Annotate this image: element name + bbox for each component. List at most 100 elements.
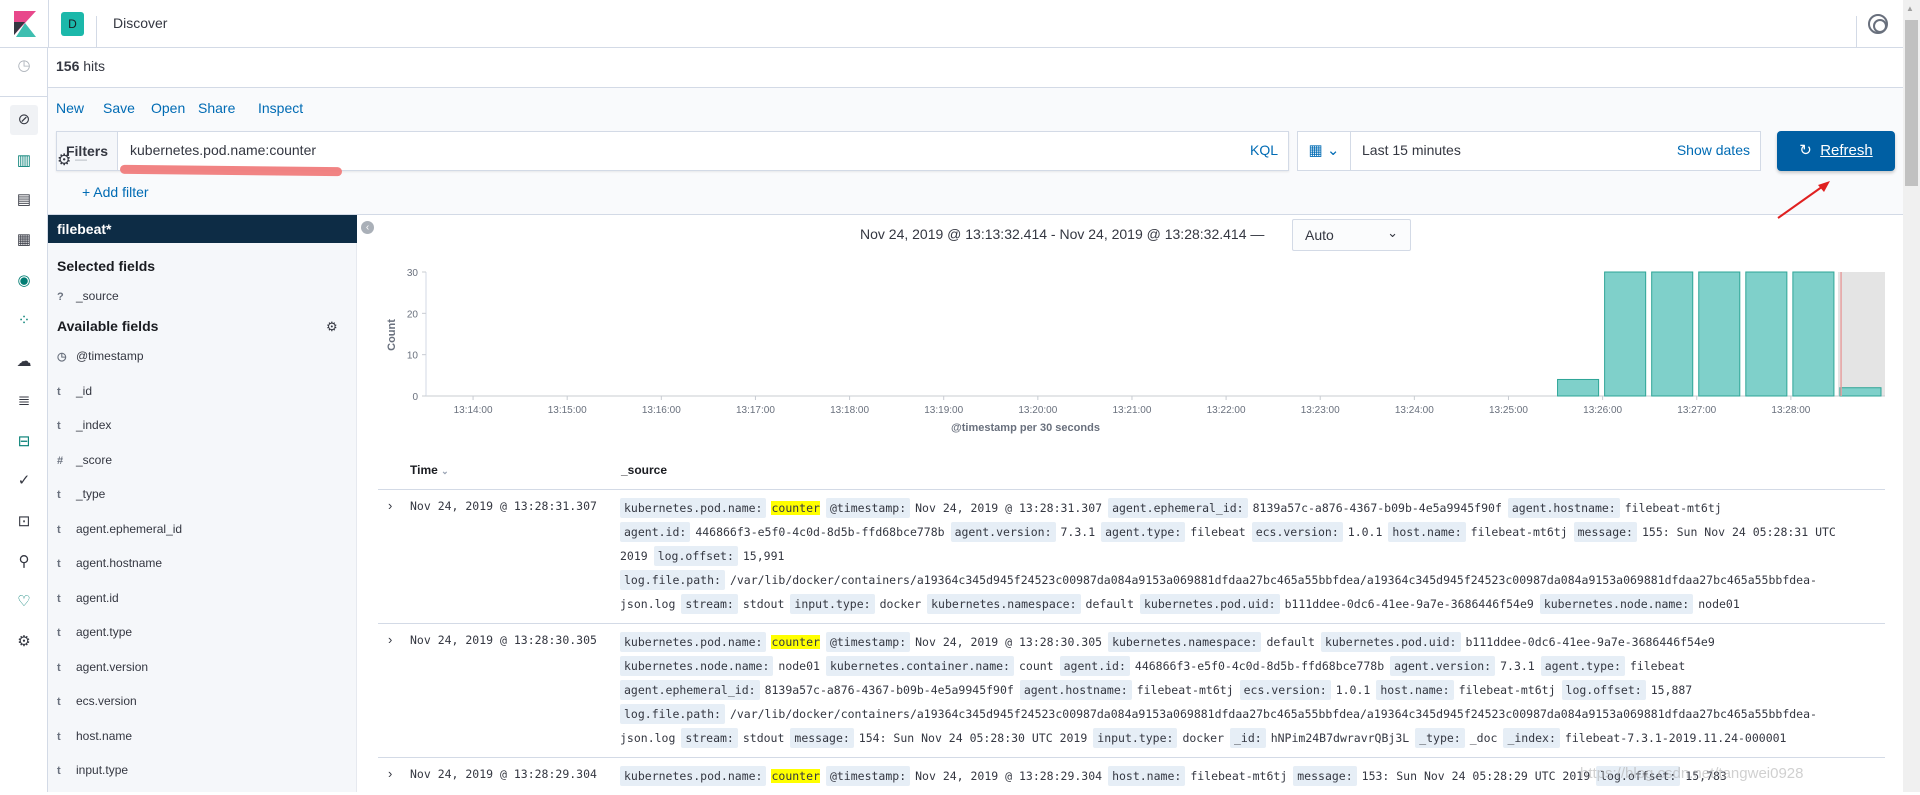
apm-icon[interactable]: ⊟ (12, 430, 36, 454)
x-tick-label: 13:27:00 (1677, 405, 1716, 416)
dev-tools-wrench-icon[interactable]: ⚲ (12, 550, 36, 574)
field-key: message: (1293, 766, 1357, 786)
field-value: filebeat-mt6tj (1624, 501, 1722, 515)
field-settings-gear-icon[interactable]: ⚙ (326, 319, 338, 335)
highlighted-value: counter (771, 501, 820, 515)
field-key: agent.version: (950, 522, 1056, 542)
divider (48, 0, 49, 48)
field-name: host.name (76, 728, 133, 743)
field-key: kubernetes.pod.name: (620, 632, 767, 652)
discover-compass-icon[interactable]: ⊘ (10, 105, 38, 135)
siem-lock-icon[interactable]: ⊡ (12, 510, 36, 534)
uptime-icon[interactable]: ✓ (12, 469, 36, 493)
expand-row-chevron-icon[interactable]: › (388, 766, 392, 781)
x-tick-label: 13:24:00 (1395, 405, 1434, 416)
source-line: kubernetes.pod.name: counter @timestamp: No… (620, 496, 1885, 520)
field-key: kubernetes.node.name: (1539, 594, 1694, 614)
field-name: input.type (76, 763, 129, 777)
field-value: docker (879, 597, 922, 611)
histogram-chart[interactable]: 0 10 20 30 13:14:00 13:15:00 13:16:00 13:17:00 1… (370, 255, 1900, 445)
field-type-icon: t (57, 627, 61, 639)
help-icon[interactable] (1868, 14, 1888, 34)
field-item[interactable]: t agent.type (57, 625, 132, 639)
chevron-down-icon: ⌄ (1387, 225, 1398, 240)
recently-viewed-clock-icon[interactable]: ◷ (12, 54, 36, 78)
field-value: json.log (620, 731, 676, 745)
source-line: json.log stream: stdout message: 154: Sun No… (620, 726, 1885, 750)
source-line: agent.id: 446866f3-e5f0-4c0d-8d5b-ffd68bc… (620, 520, 1885, 544)
field-value: _doc (1469, 731, 1498, 745)
field-item[interactable]: t agent.id (57, 591, 119, 605)
field-item[interactable]: t agent.hostname (57, 556, 162, 570)
field-key: log.offset: (1561, 680, 1646, 700)
field-sidebar: filebeat* Selected fields Available fiel… (48, 215, 357, 792)
field-item[interactable]: # _score (57, 453, 112, 467)
field-item[interactable]: t ecs.version (57, 694, 137, 708)
top-header: D Discover (0, 0, 1903, 48)
dashboard-icon[interactable]: ▤ (12, 188, 36, 212)
interval-select[interactable]: Auto ⌄ (1292, 219, 1411, 251)
field-value: default (1266, 635, 1315, 649)
show-dates-button[interactable]: Show dates (1677, 142, 1750, 158)
field-value: 155: Sun Nov 24 05:28:31 UTC (1641, 525, 1836, 539)
time-range-label[interactable]: Last 15 minutes (1362, 142, 1461, 158)
add-filter-button[interactable]: + Add filter (82, 184, 149, 200)
visualize-icon[interactable]: ▥ (12, 149, 36, 173)
y-tick-label: 20 (407, 309, 419, 320)
date-picker[interactable]: ▦ ⌄ Last 15 minutes Show dates (1297, 131, 1761, 171)
calendar-icon: ▦ (1308, 142, 1323, 159)
breadcrumb-title: Discover (113, 15, 168, 31)
field-item[interactable]: t _type (57, 487, 105, 501)
space-avatar[interactable]: D (61, 12, 84, 36)
quick-menu-button[interactable]: ▦ ⌄ (1298, 132, 1351, 170)
expand-row-chevron-icon[interactable]: › (388, 632, 392, 647)
field-key: host.name: (1388, 522, 1466, 542)
index-pattern-selector[interactable]: filebeat* (48, 215, 357, 243)
field-value: 15,887 (1650, 683, 1693, 697)
kql-language-button[interactable]: KQL (1250, 142, 1278, 158)
inspect-button[interactable]: Inspect (258, 100, 303, 116)
share-button[interactable]: Share (198, 100, 235, 116)
x-tick-label: 13:20:00 (1018, 405, 1057, 416)
field-value: hNPim24B7dwravrQBj3L (1270, 731, 1410, 745)
query-input[interactable]: kubernetes.pod.name:counter (130, 142, 316, 158)
field-item[interactable]: t _index (57, 418, 111, 432)
canvas-icon[interactable]: ▦ (12, 228, 36, 252)
field-type-icon: t (57, 558, 61, 570)
expand-row-chevron-icon[interactable]: › (388, 498, 392, 513)
field-value: filebeat (1629, 659, 1686, 673)
sort-icon[interactable]: ⌄ (441, 466, 449, 476)
histogram-bar (1604, 271, 1647, 397)
maps-icon[interactable]: ◉ (12, 269, 36, 293)
field-item[interactable]: ? _source (57, 289, 119, 303)
collapse-sidebar-chevron-icon[interactable]: ‹ (361, 221, 374, 234)
field-item[interactable]: t input.type (57, 763, 128, 777)
machine-learning-icon[interactable]: ⁘ (12, 309, 36, 333)
field-item[interactable]: t host.name (57, 729, 132, 743)
infrastructure-icon[interactable]: ☁ (12, 350, 36, 374)
field-value: 7.3.1 (1500, 659, 1535, 673)
field-key: host.name: (1376, 680, 1454, 700)
field-type-icon: t (57, 489, 61, 501)
field-item[interactable]: t _id (57, 384, 92, 398)
field-value: docker (1182, 731, 1224, 745)
field-name: agent.hostname (76, 556, 163, 570)
management-gear-icon[interactable]: ⚙ (12, 630, 36, 654)
field-item[interactable]: t agent.ephemeral_id (57, 522, 182, 536)
field-item[interactable]: t agent.version (57, 660, 148, 674)
monitoring-heartbeat-icon[interactable]: ♡ (12, 590, 36, 614)
save-button[interactable]: Save (103, 100, 135, 116)
logs-icon[interactable]: ≣ (12, 389, 36, 413)
field-key: message: (1573, 522, 1637, 542)
histogram-bar (1839, 387, 1882, 397)
open-button[interactable]: Open (151, 100, 185, 116)
refresh-button[interactable]: ↻ Refresh (1777, 131, 1895, 171)
divider (96, 16, 97, 48)
scroll-up-arrow-icon[interactable]: ▲ (1906, 4, 1914, 13)
kibana-logo[interactable] (14, 11, 36, 37)
field-item[interactable]: ◷ @timestamp (57, 349, 144, 363)
query-bar[interactable]: Filters kubernetes.pod.name:counter KQL (56, 131, 1289, 171)
scrollbar-thumb[interactable] (1905, 20, 1918, 186)
column-header-time[interactable]: Time ⌄ (410, 463, 449, 477)
new-button[interactable]: New (56, 100, 84, 116)
